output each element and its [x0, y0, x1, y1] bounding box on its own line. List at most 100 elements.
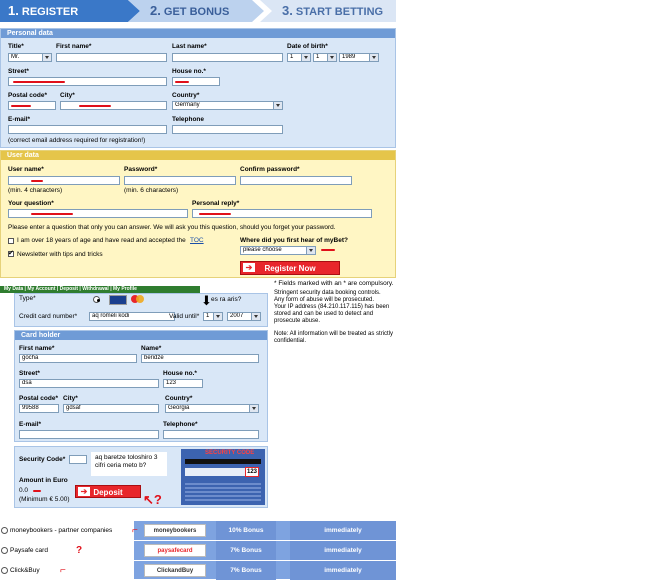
payment-name-cell: moneybookers - partner companies ⌐: [0, 521, 138, 540]
payment-row-clickandbuy[interactable]: Click&Buy ⌐ ClickandBuy 7% Bonus immedia…: [0, 561, 396, 580]
holder-telephone-input[interactable]: [163, 430, 259, 439]
security-amount-panel: Security Code* aq baretze toloshiro 3 ci…: [14, 446, 268, 508]
info-line: Note: All information will be treated as…: [274, 331, 394, 344]
register-now-label: Register Now: [264, 264, 316, 273]
country-select[interactable]: Germany: [172, 101, 283, 110]
visa-logo-icon: [109, 295, 127, 305]
payment-time: immediately: [290, 561, 396, 580]
payment-radio[interactable]: [1, 527, 8, 534]
holder-street-input[interactable]: dsa: [19, 379, 159, 388]
arrow-right-icon: ➔: [78, 487, 90, 496]
red-marker: [11, 105, 31, 107]
step-number: 1.: [8, 3, 19, 18]
mastercard-logo-icon: [136, 295, 144, 303]
password-label: Password*: [124, 166, 158, 173]
question-text: es ra aris?: [211, 296, 242, 303]
red-marker: [321, 249, 335, 251]
holder-first-name-input[interactable]: gocha: [19, 354, 137, 363]
username-note: (min. 4 characters): [8, 187, 63, 194]
payment-radio[interactable]: [1, 567, 8, 574]
payment-time: immediately: [290, 521, 396, 540]
valid-until-label: Valid until*: [169, 313, 200, 320]
red-annotation-icon: ?: [76, 545, 83, 556]
payment-row-paysafecard[interactable]: Paysafe card ? paysafecard 7% Bonus imme…: [0, 541, 396, 560]
dob-year-select[interactable]: 1989: [339, 53, 379, 62]
city-label: City*: [60, 92, 75, 99]
age-checkbox[interactable]: [8, 238, 14, 244]
question-mark-annotation-icon: ↖?: [143, 492, 162, 507]
deposit-button[interactable]: ➔ Deposit: [75, 485, 141, 498]
card-holder-panel: Card holder First name* gocha Name* beri…: [14, 330, 268, 442]
title-value: Mr.: [11, 54, 20, 60]
dob-day-value: 1: [290, 54, 294, 60]
password-input[interactable]: [124, 176, 236, 185]
holder-city-value: gdsaf: [66, 405, 81, 411]
telephone-input[interactable]: [172, 125, 283, 134]
heard-label: Where did you first hear of myBet?: [240, 237, 348, 244]
holder-house-input[interactable]: 123: [163, 379, 203, 388]
holder-name-input[interactable]: beridze: [141, 354, 259, 363]
magnetic-stripe: [185, 459, 261, 464]
red-marker: [175, 81, 189, 83]
card-holder-heading: Card holder: [15, 331, 267, 340]
register-now-button[interactable]: ➔ Register Now: [240, 261, 340, 275]
toc-link[interactable]: TOC: [190, 237, 204, 244]
title-select[interactable]: Mr.: [8, 53, 52, 62]
security-code-input[interactable]: [69, 455, 87, 464]
age-check-text: I am over 18 years of age and have read …: [17, 237, 186, 244]
holder-email-input[interactable]: [19, 430, 159, 439]
clickandbuy-logo-icon: ClickandBuy: [144, 564, 206, 577]
moneybookers-logo-icon: moneybookers: [144, 524, 206, 537]
valid-year-select[interactable]: 2007: [227, 312, 261, 321]
holder-name-value: beridze: [144, 355, 164, 361]
title-label: Title*: [8, 43, 24, 50]
red-marker: [199, 213, 231, 215]
username-input[interactable]: [8, 176, 120, 185]
dob-month-select[interactable]: 1: [313, 53, 337, 62]
country-value: Germany: [175, 102, 200, 108]
confirm-password-input[interactable]: [240, 176, 352, 185]
user-data-heading: User data: [1, 151, 395, 160]
valid-month-select[interactable]: 1: [203, 312, 223, 321]
radio-dot: [97, 299, 100, 302]
card-number-input[interactable]: aq romeli kodi: [89, 312, 175, 321]
payment-time: immediately: [290, 541, 396, 560]
red-marker: [13, 81, 65, 83]
required-note: * Fields marked with an * are compulsory…: [274, 280, 394, 287]
personal-data-panel: Personal data Title* Mr. First name* Las…: [0, 28, 396, 148]
payment-radio[interactable]: [1, 547, 8, 554]
payment-row-moneybookers[interactable]: moneybookers - partner companies ⌐ money…: [0, 521, 396, 540]
holder-street-value: dsa: [22, 380, 32, 386]
payment-name: Click&Buy: [10, 567, 40, 574]
city-input[interactable]: [60, 101, 167, 110]
holder-city-input[interactable]: gdsaf: [63, 404, 159, 413]
red-annotation-icon: ⌐: [132, 525, 138, 536]
user-data-panel: User data User name* (min. 4 characters)…: [0, 150, 396, 278]
last-name-input[interactable]: [172, 53, 283, 62]
security-code-card-illustration: SECURITY CODE 123: [181, 449, 265, 505]
arrow-right-icon: ➔: [243, 263, 255, 272]
holder-country-select[interactable]: Georgia: [165, 404, 259, 413]
email-input[interactable]: [8, 125, 167, 134]
info-line: Stringent security data booking controls…: [274, 290, 381, 296]
account-navbar[interactable]: My Data | My Account | Deposit | Withdra…: [0, 286, 200, 293]
card-type-label: Type*: [19, 295, 36, 302]
step-number: 3.: [282, 3, 293, 18]
amount-value[interactable]: 0.0: [19, 487, 28, 494]
red-annotation-icon: ⌐: [60, 565, 66, 576]
holder-email-label: E-mail*: [19, 421, 42, 428]
reply-label: Personal reply*: [192, 200, 240, 207]
credit-card-panel: Type* ⬇ es ra aris? Credit card number* …: [14, 293, 268, 327]
red-marker: [31, 180, 43, 182]
dob-day-select[interactable]: 1: [287, 53, 311, 62]
amount-label: Amount in Euro: [19, 477, 68, 484]
personal-data-heading: Personal data: [1, 29, 395, 38]
last-name-label: Last name*: [172, 43, 207, 50]
first-name-input[interactable]: [56, 53, 167, 62]
street-label: Street*: [8, 68, 29, 75]
holder-country-value: Georgia: [168, 405, 190, 411]
heard-select[interactable]: please choose: [240, 246, 316, 255]
deposit-label: Deposit: [93, 488, 123, 497]
dob-year-value: 1989: [342, 54, 356, 60]
holder-postal-input[interactable]: 99588: [19, 404, 59, 413]
